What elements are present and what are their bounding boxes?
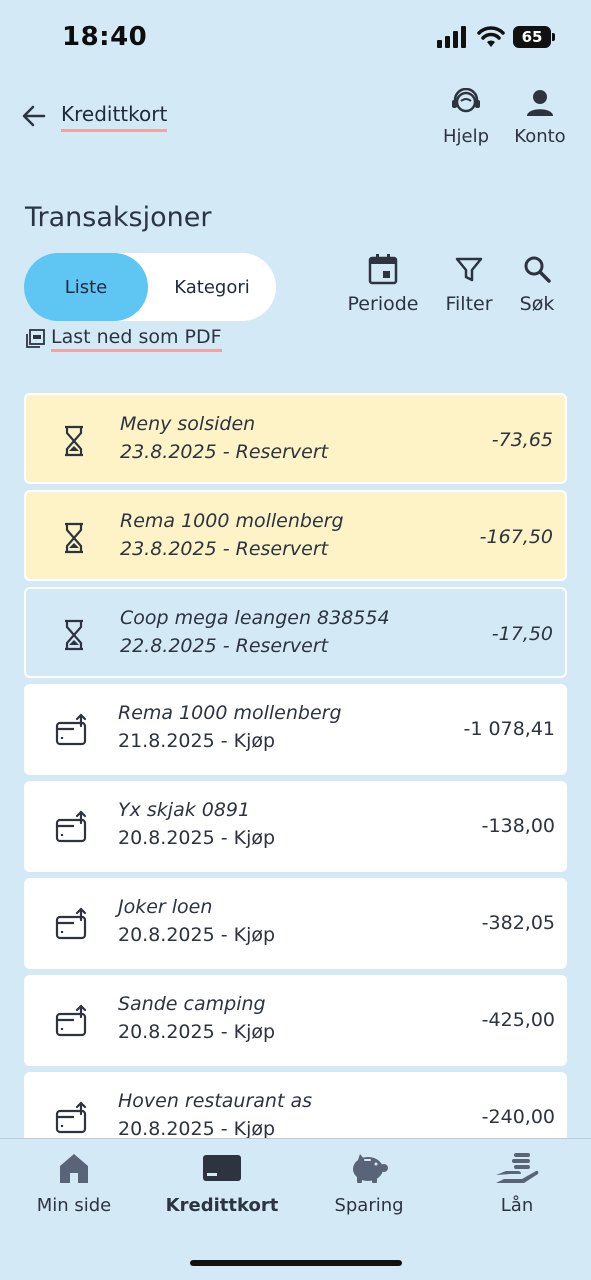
battery-indicator: 65 — [513, 26, 555, 48]
status-bar: 18:40 65 — [0, 0, 591, 80]
download-pdf-link[interactable]: Last ned som PDF — [25, 326, 222, 352]
filter-funnel-icon — [455, 257, 483, 282]
search-button[interactable]: Søk — [515, 253, 559, 315]
period-label: Periode — [347, 293, 419, 315]
loan-hand-icon — [496, 1153, 539, 1183]
card-purchase-icon — [55, 1101, 87, 1134]
transaction-meta: 20.8.2025 - Kjøp — [118, 1118, 276, 1138]
nav-label: Sparing — [334, 1195, 404, 1216]
view-segmented-control: Liste Kategori — [24, 253, 276, 321]
transaction-meta: 22.8.2025 - Reservert — [120, 635, 329, 657]
transaction-amount: -382,05 — [481, 912, 555, 934]
transaction-row[interactable]: Hoven restaurant as 20.8.2025 - Kjøp -24… — [24, 1072, 567, 1138]
transaction-row[interactable]: Sande camping 20.8.2025 - Kjøp -425,00 — [24, 975, 567, 1066]
card-purchase-icon — [55, 1004, 87, 1037]
transaction-meta: 23.8.2025 - Reservert — [120, 538, 329, 560]
transaction-name: Hoven restaurant as — [118, 1090, 312, 1112]
transaction-amount: -240,00 — [481, 1106, 555, 1128]
cellular-signal-icon — [437, 26, 466, 48]
transaction-meta: 20.8.2025 - Kjøp — [118, 1021, 276, 1043]
person-icon — [527, 90, 553, 116]
wifi-icon — [477, 26, 505, 47]
transaction-name: Rema 1000 mollenberg — [120, 510, 344, 532]
transaction-name: Joker loen — [118, 896, 213, 918]
account-label: Konto — [514, 126, 566, 147]
segment-list[interactable]: Liste — [24, 253, 148, 321]
filter-button[interactable]: Filter — [441, 253, 497, 315]
hourglass-icon — [65, 425, 83, 457]
status-icons: 65 — [437, 26, 555, 48]
transaction-meta: 20.8.2025 - Kjøp — [118, 924, 276, 946]
top-navigation: Kredittkort Hjelp Konto — [0, 87, 591, 158]
hourglass-icon — [65, 522, 83, 554]
transaction-amount: -1 078,41 — [463, 718, 555, 740]
account-button[interactable]: Konto — [505, 88, 575, 147]
calendar-icon — [368, 254, 398, 285]
search-label: Søk — [519, 293, 555, 315]
bottom-navigation: Min side Kredittkort Sparing Lån — [0, 1138, 591, 1280]
segment-category[interactable]: Kategori — [148, 253, 276, 321]
transaction-row[interactable]: Yx skjak 0891 20.8.2025 - Kjøp -138,00 — [24, 781, 567, 872]
transaction-meta: 21.8.2025 - Kjøp — [118, 730, 276, 752]
support-agent-icon — [452, 87, 480, 113]
transaction-name: Rema 1000 mollenberg — [118, 702, 342, 724]
transaction-meta: 20.8.2025 - Kjøp — [118, 827, 276, 849]
transaction-row[interactable]: Meny solsiden 23.8.2025 - Reservert -73,… — [24, 393, 567, 484]
back-arrow-icon[interactable] — [20, 102, 48, 130]
nav-item-sparing[interactable]: Sparing — [295, 1151, 443, 1216]
filter-label: Filter — [445, 293, 493, 315]
card-purchase-icon — [55, 713, 87, 746]
nav-item-min-side[interactable]: Min side — [0, 1151, 148, 1216]
transaction-list[interactable]: Meny solsiden 23.8.2025 - Reservert -73,… — [24, 393, 567, 1138]
help-button[interactable]: Hjelp — [431, 87, 501, 147]
transaction-meta: 23.8.2025 - Reservert — [120, 441, 329, 463]
search-icon — [524, 256, 551, 283]
period-button[interactable]: Periode — [345, 253, 421, 315]
transaction-row[interactable]: Rema 1000 mollenberg 21.8.2025 - Kjøp -1… — [24, 684, 567, 775]
card-purchase-icon — [55, 907, 87, 940]
hourglass-icon — [65, 619, 83, 651]
piggy-bank-icon — [353, 1154, 388, 1183]
transaction-amount: -17,50 — [491, 623, 553, 645]
transaction-row[interactable]: Rema 1000 mollenberg 23.8.2025 - Reserve… — [24, 490, 567, 581]
transaction-amount: -167,50 — [479, 526, 553, 548]
nav-label: Lån — [500, 1195, 534, 1216]
nav-label: Min side — [36, 1195, 112, 1216]
page-title-link[interactable]: Kredittkort — [61, 102, 168, 132]
status-time: 18:40 — [62, 22, 148, 52]
section-title: Transaksjoner — [25, 202, 212, 233]
transaction-row[interactable]: Joker loen 20.8.2025 - Kjøp -382,05 — [24, 878, 567, 969]
download-pdf-label: Last ned som PDF — [51, 326, 222, 352]
credit-card-icon — [203, 1155, 241, 1181]
home-indicator[interactable] — [190, 1260, 402, 1266]
transaction-amount: -425,00 — [481, 1009, 555, 1031]
help-label: Hjelp — [442, 126, 490, 147]
transaction-amount: -138,00 — [481, 815, 555, 837]
transaction-name: Yx skjak 0891 — [118, 799, 251, 821]
transaction-amount: -73,65 — [491, 429, 553, 451]
nav-label: Kredittkort — [165, 1195, 279, 1216]
card-purchase-icon — [55, 810, 87, 843]
pdf-document-icon — [26, 329, 45, 348]
nav-item-lan[interactable]: Lån — [443, 1151, 591, 1216]
home-icon — [60, 1154, 88, 1183]
transaction-name: Coop mega leangen 838554 — [120, 607, 390, 629]
transaction-name: Sande camping — [118, 993, 266, 1015]
nav-item-kredittkort[interactable]: Kredittkort — [148, 1151, 296, 1216]
transaction-row[interactable]: Coop mega leangen 838554 22.8.2025 - Res… — [24, 587, 567, 678]
transaction-name: Meny solsiden — [120, 413, 256, 435]
